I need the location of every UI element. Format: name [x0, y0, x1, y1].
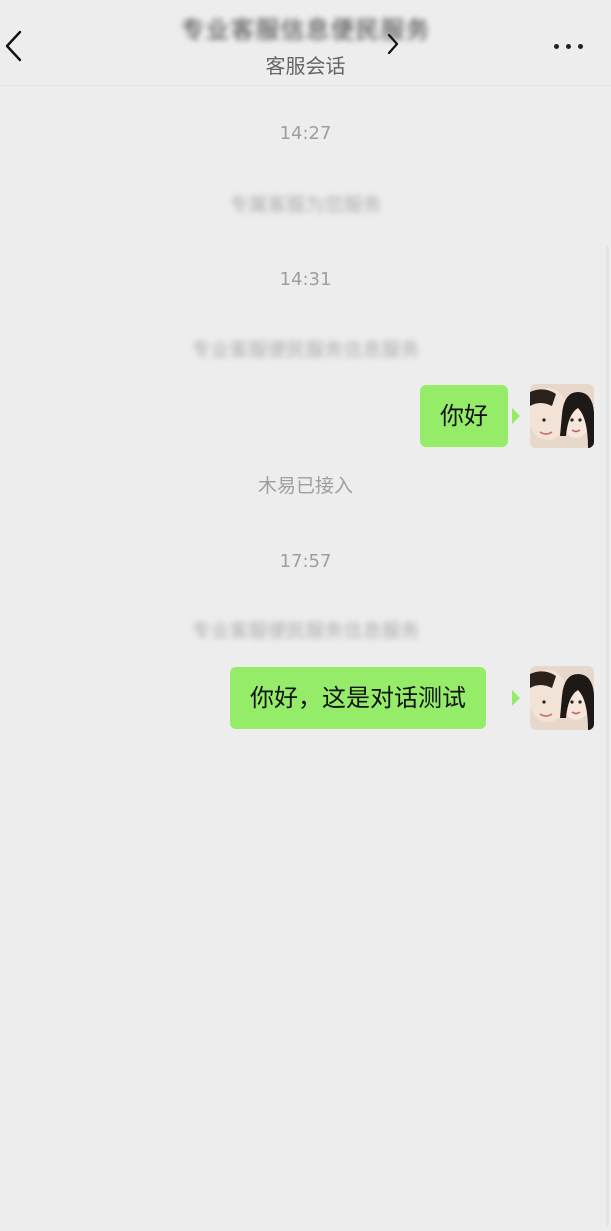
more-dots-icon	[554, 44, 559, 49]
bubble-tail	[512, 408, 520, 424]
system-notice: 专业客服便民服务信息服务	[191, 339, 420, 361]
navigation-bar: 专业客服信息便民服务 客服会话	[0, 0, 611, 86]
more-dots-icon	[566, 44, 571, 49]
avatar-image	[530, 666, 594, 730]
more-dots-icon	[578, 44, 583, 49]
chat-subtitle: 客服会话	[265, 54, 346, 78]
message-bubble[interactable]: 你好，这是对话测试	[230, 667, 486, 729]
more-button[interactable]	[552, 36, 586, 56]
bubble-tail	[512, 690, 520, 706]
message-bubble[interactable]: 你好	[420, 385, 508, 447]
system-notice: 专业客服便民服务信息服务	[191, 620, 420, 642]
avatar[interactable]	[530, 666, 594, 730]
avatar[interactable]	[530, 384, 594, 448]
timestamp: 17:57	[279, 551, 332, 572]
timestamp: 14:31	[279, 269, 332, 290]
scrollbar[interactable]	[606, 246, 609, 1226]
agent-joined-notice: 木易已接入	[257, 475, 353, 497]
avatar-image	[530, 384, 594, 448]
system-notice: 专属客服为您服务	[229, 194, 382, 216]
timestamp: 14:27	[279, 123, 332, 144]
